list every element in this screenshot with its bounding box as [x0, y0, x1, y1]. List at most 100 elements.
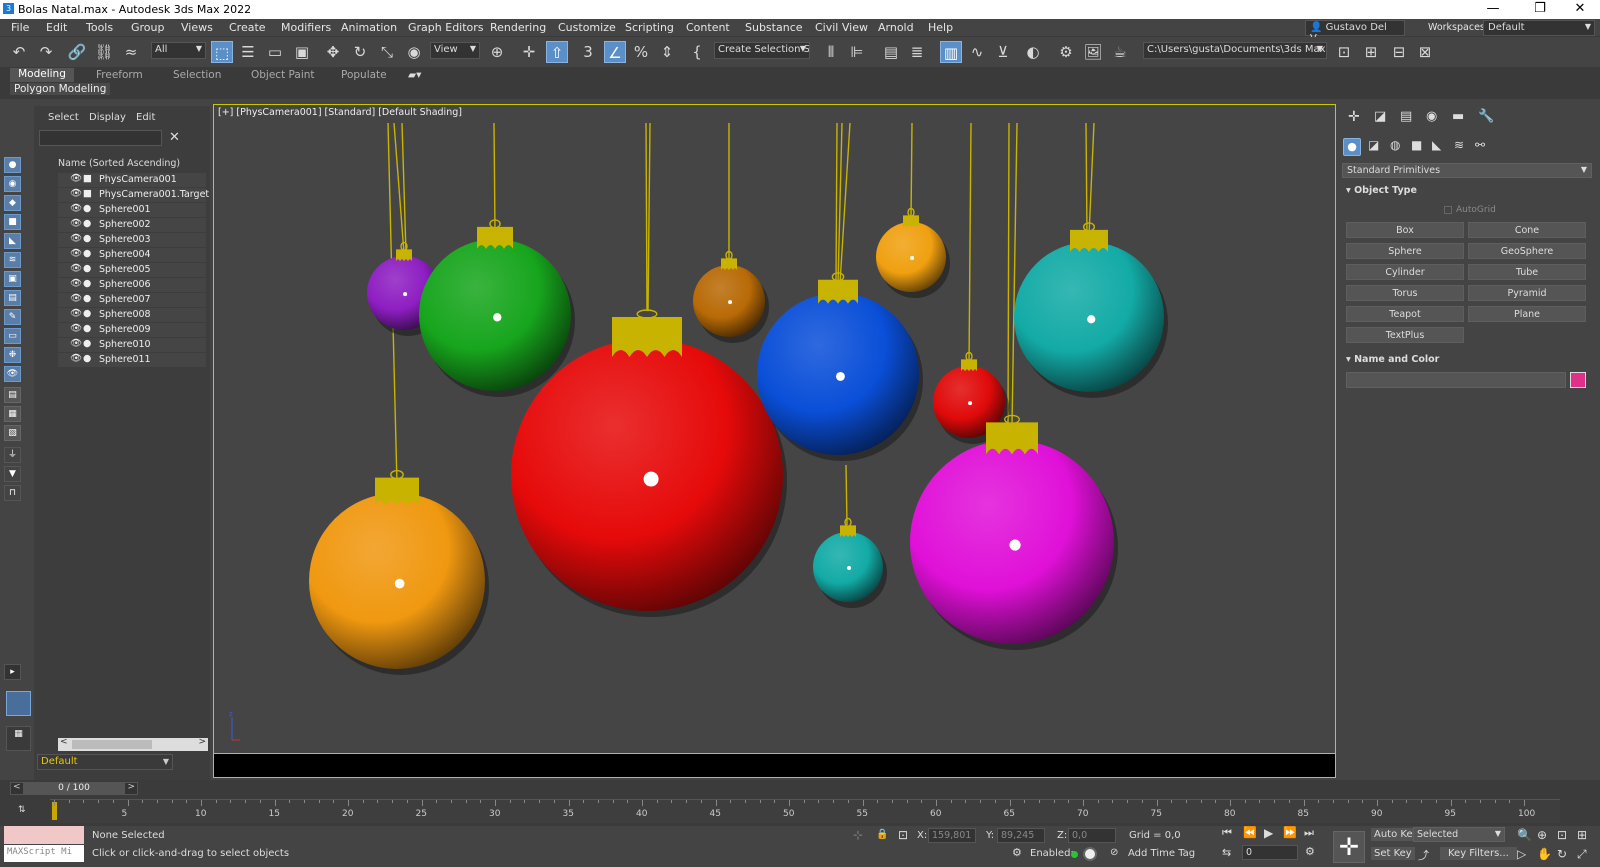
- menu-civil-view[interactable]: Civil View: [815, 21, 868, 34]
- layer-dropdown[interactable]: Default ▼: [37, 754, 173, 770]
- menu-content[interactable]: Content: [686, 21, 730, 34]
- eye-icon[interactable]: 👁: [70, 308, 82, 319]
- cameras-icon[interactable]: ■: [1411, 138, 1422, 152]
- time-tag-icon[interactable]: ⊘: [1110, 847, 1118, 858]
- eye-icon[interactable]: 👁: [70, 248, 82, 259]
- list-item[interactable]: 👁 ● Sphere005: [58, 263, 206, 277]
- list-item[interactable]: 👁 ● Sphere010: [58, 338, 206, 352]
- scene-explorer-icon[interactable]: ▤: [880, 41, 902, 63]
- autogrid-checkbox[interactable]: AutoGrid: [1444, 205, 1496, 215]
- viewport-camera[interactable]: [+] [PhysCamera001] [Standard] [Default …: [213, 104, 1336, 754]
- sphere-button[interactable]: Sphere: [1346, 243, 1464, 259]
- menu-substance[interactable]: Substance: [745, 21, 803, 34]
- create-tab-icon[interactable]: ✛: [1348, 109, 1360, 125]
- layer-explorer-icon[interactable]: ≣: [906, 41, 928, 63]
- set-key-icon[interactable]: ✛: [1333, 831, 1365, 863]
- maxscript-input[interactable]: MAXScript Mi: [4, 845, 84, 862]
- eye-icon[interactable]: 👁: [70, 203, 82, 214]
- lights-icon[interactable]: ◆: [4, 195, 21, 211]
- align-icon[interactable]: ⊫: [846, 41, 868, 63]
- tube-button[interactable]: Tube: [1468, 264, 1586, 280]
- field-of-view-icon[interactable]: ▷: [1517, 847, 1526, 861]
- window-crossing-icon[interactable]: ▣: [291, 41, 313, 63]
- ornament-ball[interactable]: [910, 414, 1118, 650]
- doc-icon[interactable]: ▧: [4, 425, 21, 441]
- project-folder-icon[interactable]: ⊡: [1333, 41, 1355, 63]
- display-icon[interactable]: 👁: [4, 366, 21, 382]
- cameras-icon[interactable]: ■: [4, 214, 21, 230]
- ornament-ball[interactable]: [693, 250, 769, 343]
- current-frame-field[interactable]: 0: [1242, 845, 1298, 860]
- undo-icon[interactable]: ↶: [8, 41, 30, 63]
- keyboard-shortcut-override-icon[interactable]: ⇧: [546, 41, 568, 63]
- tab-selection[interactable]: Selection: [173, 69, 221, 81]
- eye-icon[interactable]: 👁: [70, 278, 82, 289]
- menu-tools[interactable]: Tools: [86, 21, 113, 34]
- pyramid-button[interactable]: Pyramid: [1468, 285, 1586, 301]
- scrollbar-thumb[interactable]: [72, 740, 152, 749]
- play-icon[interactable]: ▶: [1264, 826, 1273, 840]
- menu-create[interactable]: Create: [229, 21, 266, 34]
- time-configuration-icon[interactable]: ⚙: [1305, 845, 1315, 858]
- eye-icon[interactable]: 👁: [70, 233, 82, 244]
- motion-tab-icon[interactable]: ◉: [1426, 109, 1437, 124]
- y-coordinate-field[interactable]: 89,245: [997, 828, 1045, 843]
- display-tab-icon[interactable]: ▬: [1452, 109, 1464, 124]
- list-item[interactable]: 👁 ● Sphere004: [58, 248, 206, 262]
- maximize-viewport-icon[interactable]: ⤢: [1577, 847, 1587, 862]
- move-icon[interactable]: ✥: [322, 41, 344, 63]
- eye-icon[interactable]: 👁: [70, 218, 82, 229]
- geosphere-button[interactable]: GeoSphere: [1468, 243, 1586, 259]
- bones-icon[interactable]: ✎: [4, 309, 21, 325]
- list-item[interactable]: 👁 ● Sphere009: [58, 323, 206, 337]
- menu-customize[interactable]: Customize: [558, 21, 616, 34]
- list-item[interactable]: 👁 ● Sphere006: [58, 278, 206, 292]
- adaptive-degradation-icon[interactable]: ⚙: [1012, 846, 1022, 859]
- primitive-category-dropdown[interactable]: Standard Primitives ▼: [1342, 163, 1592, 178]
- list-item[interactable]: 👁 ■ PhysCamera001: [58, 173, 206, 187]
- ribbon-options-icon[interactable]: ▰▾: [408, 69, 421, 81]
- rendered-frame-window-icon[interactable]: 🖼: [1082, 41, 1104, 63]
- filter-icon[interactable]: ⏚: [4, 447, 21, 463]
- key-mode-icon[interactable]: ⇆: [1222, 846, 1231, 859]
- utilities-tab-icon[interactable]: 🔧: [1478, 109, 1494, 124]
- polygon-modeling-panel[interactable]: Polygon Modeling: [10, 83, 111, 95]
- folder-icon[interactable]: ⊓: [4, 485, 21, 501]
- scale-icon[interactable]: ⤡: [376, 41, 398, 63]
- horizontal-scrollbar[interactable]: < >: [58, 737, 208, 751]
- goto-start-icon[interactable]: ⏮: [1222, 826, 1232, 840]
- maxscript-listener-output[interactable]: [4, 826, 84, 844]
- orbit-icon[interactable]: ↻: [1557, 847, 1567, 861]
- rotate-icon[interactable]: ↻: [349, 41, 371, 63]
- reference-coordinate-dropdown[interactable]: View ▼: [430, 42, 480, 59]
- selection-filter-dropdown[interactable]: All ▼: [151, 42, 206, 59]
- cone-button[interactable]: Cone: [1468, 222, 1586, 238]
- ornament-ball[interactable]: [309, 469, 489, 675]
- tab-object-paint[interactable]: Object Paint: [251, 69, 315, 81]
- menu-animation[interactable]: Animation: [341, 21, 397, 34]
- plane-button[interactable]: Plane: [1468, 306, 1586, 322]
- pivot-center-icon[interactable]: ⊕: [486, 41, 508, 63]
- key-filters-button[interactable]: Key Filters...: [1440, 847, 1517, 860]
- xrefs-icon[interactable]: ▤: [4, 290, 21, 306]
- list-item[interactable]: 👁 ● Sphere011: [58, 353, 206, 367]
- groups-icon[interactable]: ▣: [4, 271, 21, 287]
- list-item[interactable]: 👁 ● Sphere003: [58, 233, 206, 247]
- cylinder-button[interactable]: Cylinder: [1346, 264, 1464, 280]
- user-account[interactable]: 👤 Gustavo Del V...: [1305, 20, 1405, 44]
- object-color-swatch[interactable]: [1570, 372, 1586, 388]
- menu-modifiers[interactable]: Modifiers: [281, 21, 331, 34]
- eye-icon[interactable]: 👁: [70, 353, 82, 364]
- snaps-toggle-icon[interactable]: 3: [577, 41, 599, 63]
- list-item[interactable]: 👁 ● Sphere008: [58, 308, 206, 322]
- systems-icon[interactable]: ⚯: [1475, 138, 1485, 152]
- explorer-tab-display[interactable]: Display: [89, 112, 126, 123]
- edit-named-selection-icon[interactable]: {: [686, 41, 708, 63]
- spinner-snap-icon[interactable]: ⇕: [656, 41, 678, 63]
- project-new-icon[interactable]: ⊟: [1388, 41, 1410, 63]
- menu-file[interactable]: File: [11, 21, 29, 34]
- previous-frame-icon[interactable]: <: [13, 782, 21, 792]
- enabled-indicator[interactable]: [1071, 851, 1078, 858]
- object-name-input[interactable]: [1346, 372, 1566, 388]
- tab-populate[interactable]: Populate: [341, 69, 387, 81]
